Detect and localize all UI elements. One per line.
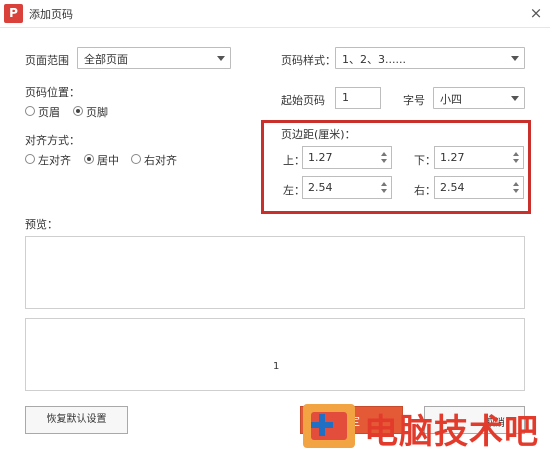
chevron-down-icon: [217, 56, 225, 61]
position-label: 页码位置：: [25, 86, 80, 99]
start-page-input[interactable]: 1: [335, 87, 381, 109]
radio-align-left[interactable]: [25, 154, 35, 164]
margin-bottom-spinner[interactable]: 1.27: [434, 146, 524, 169]
font-size-select[interactable]: 小四: [433, 87, 525, 109]
radio-header[interactable]: [25, 106, 35, 116]
start-page-label: 起始页码: [281, 94, 325, 107]
page-range-label: 页面范围: [25, 54, 69, 67]
radio-align-center[interactable]: [84, 154, 94, 164]
app-logo-icon: P: [4, 4, 23, 23]
radio-align-center-label: 居中: [97, 154, 119, 167]
restore-defaults-button[interactable]: 恢复默认设置: [25, 406, 128, 434]
close-icon[interactable]: ×: [526, 3, 546, 23]
radio-footer[interactable]: [73, 106, 83, 116]
number-style-value: 1、2、3......: [342, 53, 406, 66]
alignment-label: 对齐方式：: [25, 134, 80, 147]
font-size-label: 字号: [403, 94, 425, 107]
spin-down-icon[interactable]: [512, 157, 521, 166]
margin-right-label: 右：: [414, 184, 436, 197]
margin-label: 页边距(厘米)：: [281, 128, 356, 141]
margin-top-value: 1.27: [308, 151, 333, 164]
margin-right-spinner[interactable]: 2.54: [434, 176, 524, 199]
margin-left-value: 2.54: [308, 181, 333, 194]
margin-bottom-value: 1.27: [440, 151, 465, 164]
window-title: 添加页码: [29, 8, 73, 21]
spin-down-icon[interactable]: [380, 187, 389, 196]
number-style-select[interactable]: 1、2、3......: [335, 47, 525, 69]
margin-top-spinner[interactable]: 1.27: [302, 146, 392, 169]
spin-down-icon[interactable]: [380, 157, 389, 166]
start-page-value: 1: [342, 91, 349, 104]
chevron-down-icon: [511, 96, 519, 101]
preview-footer-area: 1: [25, 318, 525, 391]
radio-align-right-label: 右对齐: [144, 154, 177, 167]
title-bar: P 添加页码 ×: [0, 0, 550, 28]
margin-bottom-label: 下：: [414, 154, 436, 167]
radio-footer-label: 页脚: [86, 106, 108, 119]
chevron-down-icon: [511, 56, 519, 61]
watermark-text: 电脑技术吧: [364, 412, 539, 452]
page-range-select[interactable]: 全部页面: [77, 47, 231, 69]
number-style-label: 页码样式：: [281, 54, 336, 67]
font-size-value: 小四: [440, 93, 462, 106]
preview-label: 预览：: [25, 218, 58, 231]
radio-align-left-label: 左对齐: [38, 154, 71, 167]
preview-page-number: 1: [273, 361, 280, 372]
preview-header-area: [25, 236, 525, 309]
margin-left-spinner[interactable]: 2.54: [302, 176, 392, 199]
page-range-value: 全部页面: [84, 53, 128, 66]
watermark-logo-icon: [303, 404, 355, 448]
margin-right-value: 2.54: [440, 181, 465, 194]
spin-down-icon[interactable]: [512, 187, 521, 196]
radio-header-label: 页眉: [38, 106, 60, 119]
radio-align-right[interactable]: [131, 154, 141, 164]
